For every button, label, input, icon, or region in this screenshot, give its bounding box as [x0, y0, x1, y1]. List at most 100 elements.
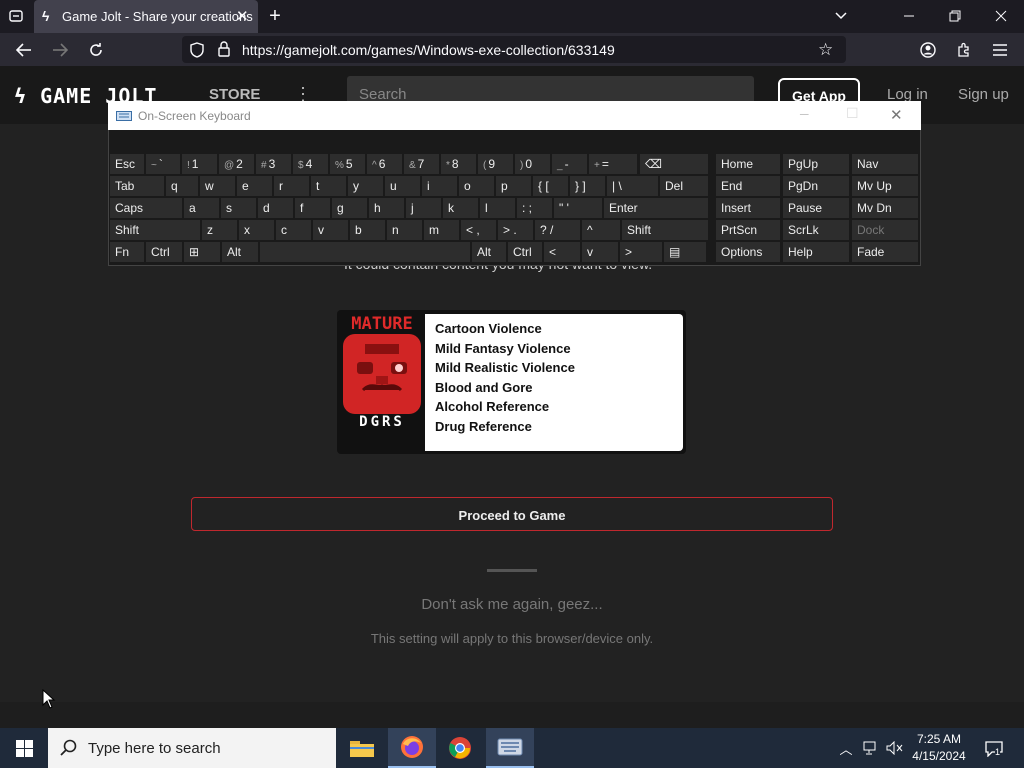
dont-ask-again-link[interactable]: Don't ask me again, geez... — [300, 596, 724, 613]
file-explorer-icon[interactable] — [338, 728, 386, 768]
osk-key-h[interactable]: h — [369, 198, 404, 218]
osk-key-5[interactable]: % 5 — [330, 154, 365, 174]
osk-key-i[interactable]: i — [422, 176, 457, 196]
osk-key-k[interactable]: k — [443, 198, 478, 218]
osk-key-p[interactable]: p — [496, 176, 531, 196]
shield-icon[interactable] — [190, 42, 204, 61]
osk-key-pause[interactable]: Pause — [783, 198, 849, 218]
osk-key-t[interactable]: t — [311, 176, 346, 196]
firefox-icon[interactable] — [388, 728, 436, 768]
osk-key-r[interactable]: r — [274, 176, 309, 196]
osk-key-l[interactable]: l — [480, 198, 515, 218]
url-bar[interactable]: https://gamejolt.com/games/Windows-exe-c… — [182, 36, 846, 63]
osk-key-symbol[interactable]: ^ — [582, 220, 620, 240]
osk-key-symbol[interactable]: ⌫ — [640, 154, 708, 174]
osk-maximize-icon[interactable]: ☐ — [846, 105, 859, 122]
osk-key-alt[interactable]: Alt — [472, 242, 506, 262]
notifications-icon[interactable]: 1 — [982, 738, 1006, 760]
close-window-icon[interactable] — [989, 4, 1013, 28]
lock-icon[interactable] — [218, 41, 230, 60]
osk-key-symbol[interactable]: > — [620, 242, 662, 262]
osk-key-s[interactable]: s — [221, 198, 256, 218]
start-windows-icon[interactable] — [0, 728, 48, 768]
osk-key-ctrl[interactable]: Ctrl — [146, 242, 182, 262]
menu-icon[interactable] — [988, 38, 1012, 62]
reload-icon[interactable] — [84, 38, 108, 62]
osk-key-o[interactable]: o — [459, 176, 494, 196]
extensions-icon[interactable] — [952, 38, 976, 62]
forward-icon[interactable] — [48, 38, 72, 62]
osk-close-icon[interactable]: ✕ — [890, 106, 903, 124]
osk-key-ctrl[interactable]: Ctrl — [508, 242, 542, 262]
osk-key-end[interactable]: End — [716, 176, 780, 196]
osk-key-space[interactable] — [260, 242, 470, 262]
minimize-icon[interactable] — [897, 4, 921, 28]
osk-key-scrlk[interactable]: ScrLk — [783, 220, 849, 240]
proceed-to-game-button[interactable]: Proceed to Game — [191, 497, 833, 531]
back-icon[interactable] — [12, 38, 36, 62]
taskbar-search-box[interactable]: Type here to search — [48, 728, 336, 768]
osk-key-symbol[interactable]: < — [544, 242, 580, 262]
osk-key-symbol[interactable]: : ; — [517, 198, 552, 218]
osk-key-0[interactable]: ) 0 — [515, 154, 550, 174]
osk-key-options[interactable]: Options — [716, 242, 780, 262]
osk-key-f[interactable]: f — [295, 198, 330, 218]
osk-key-j[interactable]: j — [406, 198, 441, 218]
osk-key-q[interactable]: q — [166, 176, 198, 196]
osk-key-help[interactable]: Help — [783, 242, 849, 262]
osk-key-shift[interactable]: Shift — [622, 220, 708, 240]
osk-key-6[interactable]: ^ 6 — [367, 154, 402, 174]
osk-key-w[interactable]: w — [200, 176, 235, 196]
osk-key-prtscn[interactable]: PrtScn — [716, 220, 780, 240]
osk-key-4[interactable]: $4 — [293, 154, 328, 174]
osk-key-alt[interactable]: Alt — [222, 242, 258, 262]
osk-key-esc[interactable]: Esc — [110, 154, 144, 174]
chrome-icon[interactable] — [436, 728, 484, 768]
osk-key-b[interactable]: b — [350, 220, 385, 240]
osk-key-mvup[interactable]: Mv Up — [852, 176, 918, 196]
osk-key-m[interactable]: m — [424, 220, 459, 240]
bookmark-star-icon[interactable]: ☆ — [818, 40, 833, 60]
osk-key-3[interactable]: #3 — [256, 154, 291, 174]
osk-key-1[interactable]: ! 1 — [182, 154, 217, 174]
osk-key-caps[interactable]: Caps — [110, 198, 182, 218]
osk-key-d[interactable]: d — [258, 198, 293, 218]
sign-up-link[interactable]: Sign up — [958, 86, 1009, 103]
osk-key-u[interactable]: u — [385, 176, 420, 196]
osk-key-del[interactable]: Del — [660, 176, 708, 196]
osk-key-shift[interactable]: Shift — [110, 220, 200, 240]
osk-key-pgdn[interactable]: PgDn — [783, 176, 849, 196]
osk-key-z[interactable]: z — [202, 220, 237, 240]
osk-key-tab[interactable]: Tab — [110, 176, 164, 196]
osk-key-home[interactable]: Home — [716, 154, 780, 174]
osk-key-fade[interactable]: Fade — [852, 242, 918, 262]
osk-key-symbol[interactable]: " ' — [554, 198, 602, 218]
osk-key-fn[interactable]: Fn — [110, 242, 144, 262]
network-icon[interactable] — [860, 738, 882, 758]
tab-list-icon[interactable] — [4, 4, 28, 28]
osk-key-symbol[interactable]: { [ — [533, 176, 568, 196]
osk-key-symbol[interactable]: ? / — [535, 220, 580, 240]
osk-minimize-icon[interactable]: ─ — [800, 107, 809, 121]
osk-key-c[interactable]: c — [276, 220, 311, 240]
osk-key-9[interactable]: (9 — [478, 154, 513, 174]
osk-key-symbol[interactable]: ▤ — [664, 242, 706, 262]
osk-key-symbol[interactable]: ~ ` — [146, 154, 180, 174]
osk-key-n[interactable]: n — [387, 220, 422, 240]
osk-key-7[interactable]: & 7 — [404, 154, 439, 174]
osk-key-symbol[interactable]: ⊞ — [184, 242, 220, 262]
osk-key-enter[interactable]: Enter — [604, 198, 708, 218]
close-tab-icon[interactable]: ✕ — [236, 7, 249, 25]
osk-key-v[interactable]: v — [582, 242, 618, 262]
restore-icon[interactable] — [943, 4, 967, 28]
osk-title-bar[interactable]: On-Screen Keyboard ─ ☐ ✕ — [108, 101, 921, 130]
chevron-down-icon[interactable] — [830, 4, 852, 28]
osk-key-v[interactable]: v — [313, 220, 348, 240]
osk-key-symbol[interactable]: < , — [461, 220, 496, 240]
on-screen-keyboard-app-icon[interactable] — [486, 728, 534, 768]
osk-key-symbol[interactable]: _ - — [552, 154, 587, 174]
osk-key-8[interactable]: * 8 — [441, 154, 476, 174]
account-icon[interactable] — [916, 38, 940, 62]
osk-key-2[interactable]: @2 — [219, 154, 254, 174]
osk-key-symbol[interactable]: + = — [589, 154, 637, 174]
